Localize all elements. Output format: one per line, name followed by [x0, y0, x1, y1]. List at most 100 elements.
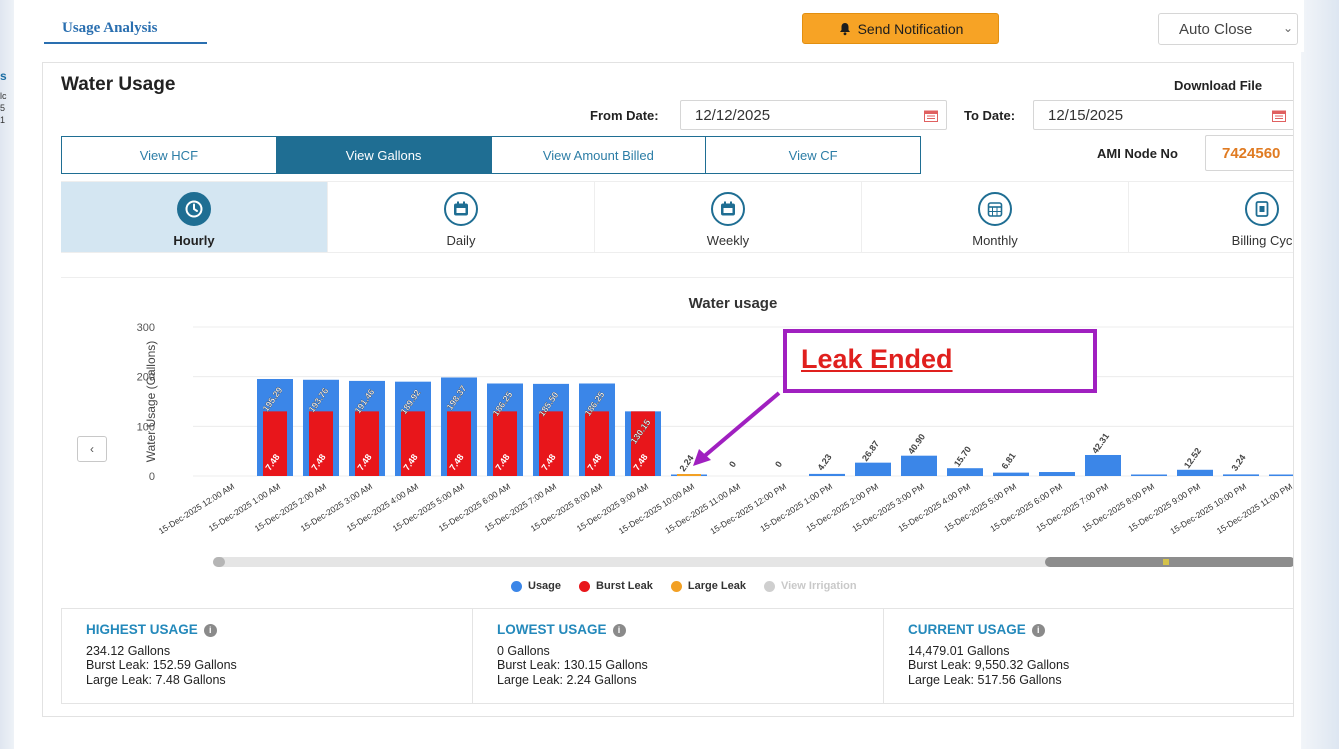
water-usage-chart: 0100200300Water Usage (Gallons)15-Dec-20…	[137, 322, 1294, 536]
left-strip-line: 1	[0, 115, 6, 125]
calendar-icon[interactable]	[924, 110, 938, 122]
usage-data-label: 26.87	[860, 439, 881, 463]
chart-prev-button[interactable]: ‹	[77, 436, 107, 462]
usage-data-label: 4.23	[815, 452, 833, 472]
stat-title: CURRENT USAGE	[908, 622, 1026, 637]
period-label: Hourly	[173, 233, 215, 248]
to-date-value: 12/15/2025	[1048, 107, 1124, 124]
period-billing-cycle[interactable]: Billing Cyc	[1129, 182, 1293, 252]
period-weekly[interactable]: Weekly	[595, 182, 862, 252]
tab-view-gallons[interactable]: View Gallons	[276, 137, 492, 173]
calendar-icon[interactable]	[1272, 110, 1286, 122]
y-tick-label: 0	[149, 471, 155, 483]
usage-bar	[1269, 474, 1293, 476]
scrollbar-left-knob[interactable]	[213, 557, 225, 567]
usage-bar	[947, 468, 983, 476]
download-file-link[interactable]: Download File	[1174, 78, 1262, 93]
x-tick-label: 15-Dec-2025 10:00 PM	[1168, 481, 1248, 536]
usage-data-label: 15.70	[952, 444, 973, 468]
legend-item-large-leak[interactable]: Large Leak	[670, 580, 746, 592]
calendar-icon	[444, 192, 478, 226]
from-date-label: From Date:	[590, 108, 659, 123]
period-hourly[interactable]: Hourly	[61, 182, 328, 252]
stat-title: LOWEST USAGE	[497, 622, 607, 637]
left-strip-line: lc	[0, 91, 7, 101]
period-label: Billing Cyc	[1231, 233, 1293, 248]
period-daily[interactable]: Daily	[328, 182, 595, 252]
chevron-down-icon: ⌄	[1282, 21, 1293, 35]
x-tick-label: 15-Dec-2025 11:00 AM	[663, 481, 742, 535]
clock-icon	[177, 192, 211, 226]
chart-horizontal-scrollbar[interactable]	[213, 557, 1293, 567]
period-label: Weekly	[706, 233, 750, 248]
y-axis-label: Water Usage (Gallons)	[144, 341, 158, 463]
leak-ended-text: Leak Ended	[801, 344, 953, 374]
scrollbar-grip[interactable]	[1163, 559, 1169, 565]
usage-bar	[901, 455, 937, 476]
bill-icon	[1245, 192, 1279, 226]
left-strip-line: 5	[0, 103, 6, 113]
legend-label: Usage	[528, 580, 562, 592]
stat-large: Large Leak: 7.48 Gallons	[86, 672, 226, 687]
usage-data-label: 42.31	[1090, 431, 1111, 455]
legend-item-burst-leak[interactable]: Burst Leak	[579, 580, 653, 592]
period-label: Daily	[446, 233, 476, 248]
info-icon[interactable]: i	[1031, 623, 1045, 637]
bell-icon	[839, 22, 850, 35]
period-selector: Hourly Daily Weekly Monthly Billing Cyc	[61, 181, 1293, 253]
stat-value: 14,479.01 Gallons	[908, 643, 1010, 658]
from-date-field[interactable]: 12/12/2025	[680, 100, 947, 130]
info-icon[interactable]: i	[203, 623, 217, 637]
legend-label: Large Leak	[687, 580, 746, 592]
tab-view-amount-billed[interactable]: View Amount Billed	[491, 137, 707, 173]
x-tick-label: 15-Dec-2025 12:00 AM	[157, 481, 236, 536]
usage-bar	[855, 462, 891, 476]
tab-view-cf[interactable]: View CF	[706, 137, 920, 173]
stat-current-usage: CURRENT USAGE i 14,479.01 Gallons Burst L…	[884, 609, 1293, 703]
x-tick-label: 15-Dec-2025 12:00 PM	[708, 481, 788, 536]
info-icon[interactable]: i	[612, 623, 626, 637]
usage-data-label: 6.81	[999, 451, 1017, 471]
x-tick-label: 15-Dec-2025 10:00 AM	[617, 481, 696, 536]
usage-bar	[1131, 474, 1167, 476]
auto-close-select[interactable]: Auto Close ⌄	[1158, 13, 1298, 45]
period-label: Monthly	[972, 233, 1018, 248]
usage-data-label: 40.90	[906, 432, 927, 456]
left-strip-text: lc 5 1	[0, 90, 7, 126]
divider	[61, 277, 1293, 278]
period-monthly[interactable]: Monthly	[862, 182, 1129, 252]
usage-bar	[1085, 454, 1121, 476]
left-background-strip: s lc 5 1	[0, 0, 14, 749]
view-unit-tabs: View HCF View Gallons View Amount Billed…	[61, 136, 921, 174]
send-notification-label: Send Notification	[857, 20, 964, 37]
annotation-arrow	[693, 391, 781, 466]
legend-dot	[511, 580, 522, 592]
y-tick-label: 300	[137, 322, 155, 334]
stat-burst: Burst Leak: 130.15 Gallons	[497, 658, 648, 672]
usage-bar	[1223, 474, 1259, 476]
to-date-label: To Date:	[964, 108, 1016, 123]
tab-view-hcf[interactable]: View HCF	[62, 137, 277, 173]
large-leak-bar	[677, 474, 701, 476]
stat-burst: Burst Leak: 9,550.32 Gallons	[908, 658, 1070, 672]
legend-item-view-irrigation[interactable]: View Irrigation	[763, 580, 857, 592]
chart-legend: Usage Burst Leak Large Leak View Irrigat…	[511, 580, 857, 592]
usage-bar	[1039, 472, 1075, 476]
x-tick-label: 15-Dec-2025 11:00 PM	[1215, 481, 1294, 536]
legend-item-usage[interactable]: Usage	[511, 580, 561, 592]
legend-dot	[670, 580, 682, 592]
tab-usage-analysis[interactable]: Usage Analysis	[44, 12, 207, 44]
left-strip-heading: s	[0, 69, 7, 83]
legend-dot	[763, 580, 775, 592]
ami-node-field[interactable]: 7424560	[1205, 135, 1293, 171]
usage-data-label: 3.24	[1229, 453, 1247, 473]
from-date-value: 12/12/2025	[695, 107, 771, 124]
top-bar: Usage Analysis Send Notification Auto Cl…	[14, 0, 1304, 52]
stat-large: Large Leak: 517.56 Gallons	[908, 672, 1062, 687]
leak-ended-annotation: Leak Ended	[783, 329, 1097, 393]
send-notification-button[interactable]: Send Notification	[802, 13, 999, 44]
to-date-field[interactable]: 12/15/2025	[1033, 100, 1293, 130]
usage-stats: HIGHEST USAGE i 234.12 Gallons Burst Leak…	[61, 608, 1293, 704]
stat-burst: Burst Leak: 152.59 Gallons	[86, 658, 237, 672]
scrollbar-thumb[interactable]	[1045, 557, 1293, 567]
